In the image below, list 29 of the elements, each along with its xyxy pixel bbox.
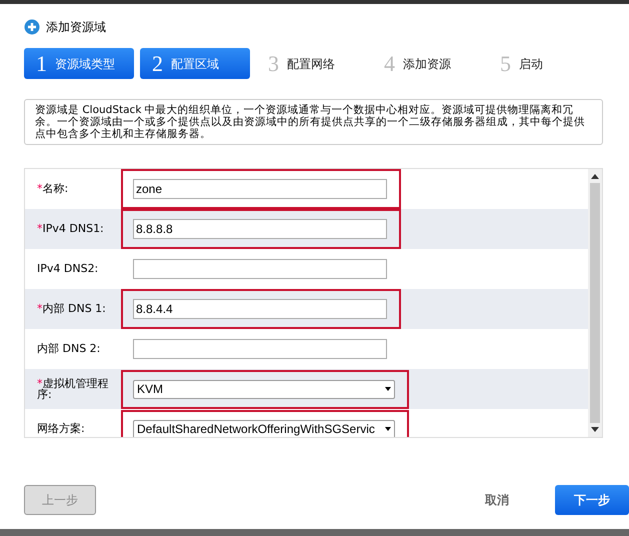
next-button[interactable]: 下一步 xyxy=(555,485,629,515)
field-label: 内部 DNS 2: xyxy=(36,343,102,355)
input-field[interactable] xyxy=(133,339,387,360)
input-field[interactable]: 8.8.8.8 xyxy=(133,219,387,240)
wizard-step: 5 启动 xyxy=(488,48,598,79)
input-field[interactable]: 8.8.4.4 xyxy=(133,299,387,320)
field-label: *虚拟机管理程序: xyxy=(36,378,110,401)
field-label: *名称: xyxy=(36,183,70,195)
description-text: 资源域是 CloudStack 中最大的组织单位，一个资源域通常与一个数据中心相对应。资源域可提供物理隔离和冗余。一个资源域由一个或多个提供点以及由资源域中的所有提供点共享的一个二级存储服务器组成，其中每个提供点中包含多个主机和主存储服务器。 xyxy=(24,99,603,146)
input-field[interactable]: zone xyxy=(133,179,387,200)
wizard-step: 3 配置网络 xyxy=(256,48,366,79)
cancel-button[interactable]: 取消 xyxy=(479,490,515,510)
wizard-step: 2 配置区域 xyxy=(140,48,250,79)
field-label: 网络方案: xyxy=(36,423,86,435)
scrollbar[interactable] xyxy=(588,169,602,438)
caret-icon xyxy=(385,387,391,392)
dropdown-field[interactable]: KVM xyxy=(133,380,395,399)
add-icon xyxy=(24,19,40,35)
input-field[interactable] xyxy=(133,259,387,280)
caret-icon xyxy=(385,427,391,432)
field-label: *IPv4 DNS1: xyxy=(36,223,105,235)
scroll-down-icon[interactable] xyxy=(591,427,599,432)
wizard-step: 4 添加资源 xyxy=(372,48,482,79)
dropdown-field[interactable]: DefaultSharedNetworkOfferingWithSGServic xyxy=(133,420,395,438)
scroll-up-icon[interactable] xyxy=(591,174,599,180)
wizard-step: 1 资源域类型 xyxy=(24,48,134,79)
dialog-title: 添加资源域 xyxy=(46,19,106,36)
field-label: *内部 DNS 1: xyxy=(36,303,107,315)
field-label: IPv4 DNS2: xyxy=(36,263,100,275)
